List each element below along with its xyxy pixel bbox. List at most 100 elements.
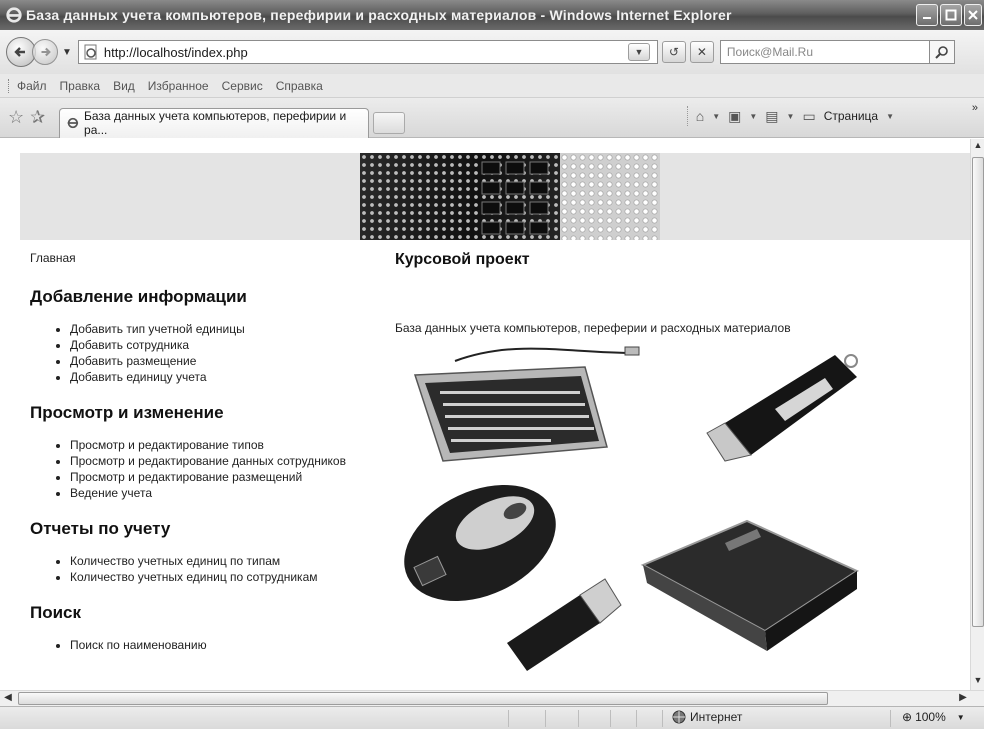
chevron-down-icon[interactable]: ▼ (886, 112, 894, 121)
page-menu-button[interactable]: Страница (824, 109, 878, 123)
report-by-employee-link[interactable]: Количество учетных единиц по сотрудникам (70, 570, 318, 584)
page-title: Курсовой проект (395, 251, 530, 268)
status-divider (610, 710, 611, 727)
main-content: Курсовой проект База данных учета компью… (395, 251, 955, 671)
list-item: Добавить сотрудника (70, 337, 380, 353)
menu-help[interactable]: Справка (276, 79, 323, 93)
accounting-link[interactable]: Ведение учета (70, 486, 152, 500)
back-arrow-icon (14, 47, 25, 57)
horizontal-scrollbar[interactable]: ◀ ▶ (0, 690, 984, 706)
favorites-star-icon[interactable]: ☆ (8, 107, 24, 128)
stop-button[interactable]: ✕ (689, 41, 714, 63)
scroll-right-icon[interactable]: ▶ (956, 692, 970, 705)
address-bar[interactable]: http://localhost/index.php (77, 40, 658, 64)
forward-button[interactable] (32, 39, 58, 65)
page-description: База данных учета компьютеров, переферии… (395, 321, 791, 335)
zone-label: Интернет (690, 710, 743, 724)
menu-tools[interactable]: Сервис (222, 79, 263, 93)
status-divider (545, 710, 546, 727)
vertical-scroll-thumb[interactable] (972, 157, 984, 627)
search-input[interactable]: Поиск@Mail.Ru (719, 40, 930, 64)
edit-locations-link[interactable]: Просмотр и редактирование размещений (70, 470, 302, 484)
address-toolbar: ▼ http://localhost/index.php ▼ ↺ ✕ Поиск… (0, 30, 984, 74)
home-icon[interactable]: ⌂ (696, 108, 704, 124)
zoom-control[interactable]: ⊕ 100% ▼ (902, 710, 965, 724)
chevron-down-icon[interactable]: ▼ (749, 112, 757, 121)
chevron-down-icon: ▼ (956, 712, 965, 722)
minimize-button[interactable] (916, 4, 938, 26)
usb-drive-image (706, 354, 858, 462)
tab-current[interactable]: База данных учета компьютеров, перефирии… (59, 107, 370, 138)
minimize-icon (923, 17, 931, 19)
horizontal-scroll-thumb[interactable] (18, 692, 828, 705)
ie-page-icon (67, 117, 79, 129)
close-button[interactable] (964, 4, 982, 26)
status-divider (890, 710, 891, 727)
security-zone[interactable]: Интернет (672, 710, 742, 724)
circuit-board-image (360, 153, 660, 240)
address-dropdown-button[interactable]: ▼ (627, 43, 650, 61)
list-item: Добавить тип учетной единицы (70, 321, 380, 337)
chevron-down-icon[interactable]: ▼ (712, 112, 720, 121)
window-title: База данных учета компьютеров, перефирии… (26, 7, 732, 23)
tab-label: База данных учета компьютеров, перефирии… (84, 109, 347, 137)
search-button[interactable] (928, 40, 955, 64)
menu-favorites[interactable]: Избранное (148, 79, 209, 93)
printer-icon[interactable]: ▤ (765, 108, 778, 125)
search-list: Поиск по наименованию (30, 637, 380, 653)
edit-types-link[interactable]: Просмотр и редактирование типов (70, 438, 264, 452)
add-favorites-icon[interactable]: ✰ (30, 107, 45, 128)
menu-view[interactable]: Вид (113, 79, 135, 93)
section-title-view: Просмотр и изменение (30, 403, 224, 422)
board-dots-light (560, 153, 660, 240)
add-type-link[interactable]: Добавить тип учетной единицы (70, 322, 245, 336)
edit-employees-link[interactable]: Просмотр и редактирование данных сотрудн… (70, 454, 346, 468)
status-divider (662, 710, 663, 727)
header-banner (20, 153, 970, 240)
list-item: Просмотр и редактирование размещений (70, 469, 380, 485)
page-icon: ▭ (802, 107, 816, 124)
list-item: Количество учетных единиц по типам (70, 553, 380, 569)
refresh-icon: ↺ (668, 45, 679, 59)
menu-file[interactable]: Файл (17, 79, 47, 93)
vertical-scrollbar[interactable]: ▲ ▼ (970, 139, 984, 690)
toolbar-overflow-icon[interactable]: » (972, 102, 978, 114)
usb-receiver-image (507, 578, 622, 671)
add-employee-link[interactable]: Добавить сотрудника (70, 338, 189, 352)
devices-photo (404, 346, 860, 671)
keyboard-image (413, 346, 640, 462)
toolbar-grip (8, 78, 11, 93)
zoom-level: 100% (915, 710, 946, 724)
section-title-search: Поиск (30, 603, 82, 622)
maximize-button[interactable] (940, 4, 962, 26)
globe-icon (672, 710, 686, 724)
tab-bar: ☆ ✰ База данных учета компьютеров, переф… (0, 98, 984, 138)
toolbar-separator (686, 106, 688, 126)
scroll-left-icon[interactable]: ◀ (1, 692, 15, 705)
magnifier-icon (935, 46, 948, 59)
feeds-icon[interactable]: ▣ (728, 108, 741, 125)
add-unit-link[interactable]: Добавить единицу учета (70, 370, 207, 384)
add-location-link[interactable]: Добавить размещение (70, 354, 196, 368)
new-tab-button[interactable] (373, 111, 406, 134)
home-link[interactable]: Главная (30, 251, 380, 265)
section-title-add: Добавление информации (30, 287, 247, 306)
search-by-name-link[interactable]: Поиск по наименованию (70, 638, 207, 652)
report-by-type-link[interactable]: Количество учетных единиц по типам (70, 554, 280, 568)
status-divider (636, 710, 637, 727)
list-item: Просмотр и редактирование типов (70, 437, 380, 453)
list-item: Добавить размещение (70, 353, 380, 369)
close-icon (968, 10, 978, 20)
chevron-down-icon[interactable]: ▼ (787, 112, 795, 121)
add-list: Добавить тип учетной единицы Добавить со… (30, 321, 380, 385)
history-dropdown-icon[interactable]: ▼ (62, 47, 72, 58)
status-bar: Интернет ⊕ 100% ▼ (0, 706, 984, 729)
chevron-down-icon: ▼ (634, 47, 644, 57)
menu-edit[interactable]: Правка (60, 79, 101, 93)
url-text: http://localhost/index.php (103, 44, 248, 60)
list-item: Просмотр и редактирование данных сотрудн… (70, 453, 380, 469)
scroll-up-icon[interactable]: ▲ (972, 140, 984, 154)
search-placeholder: Поиск@Mail.Ru (726, 45, 814, 59)
refresh-button[interactable]: ↺ (661, 41, 686, 63)
scroll-down-icon[interactable]: ▼ (972, 675, 984, 689)
